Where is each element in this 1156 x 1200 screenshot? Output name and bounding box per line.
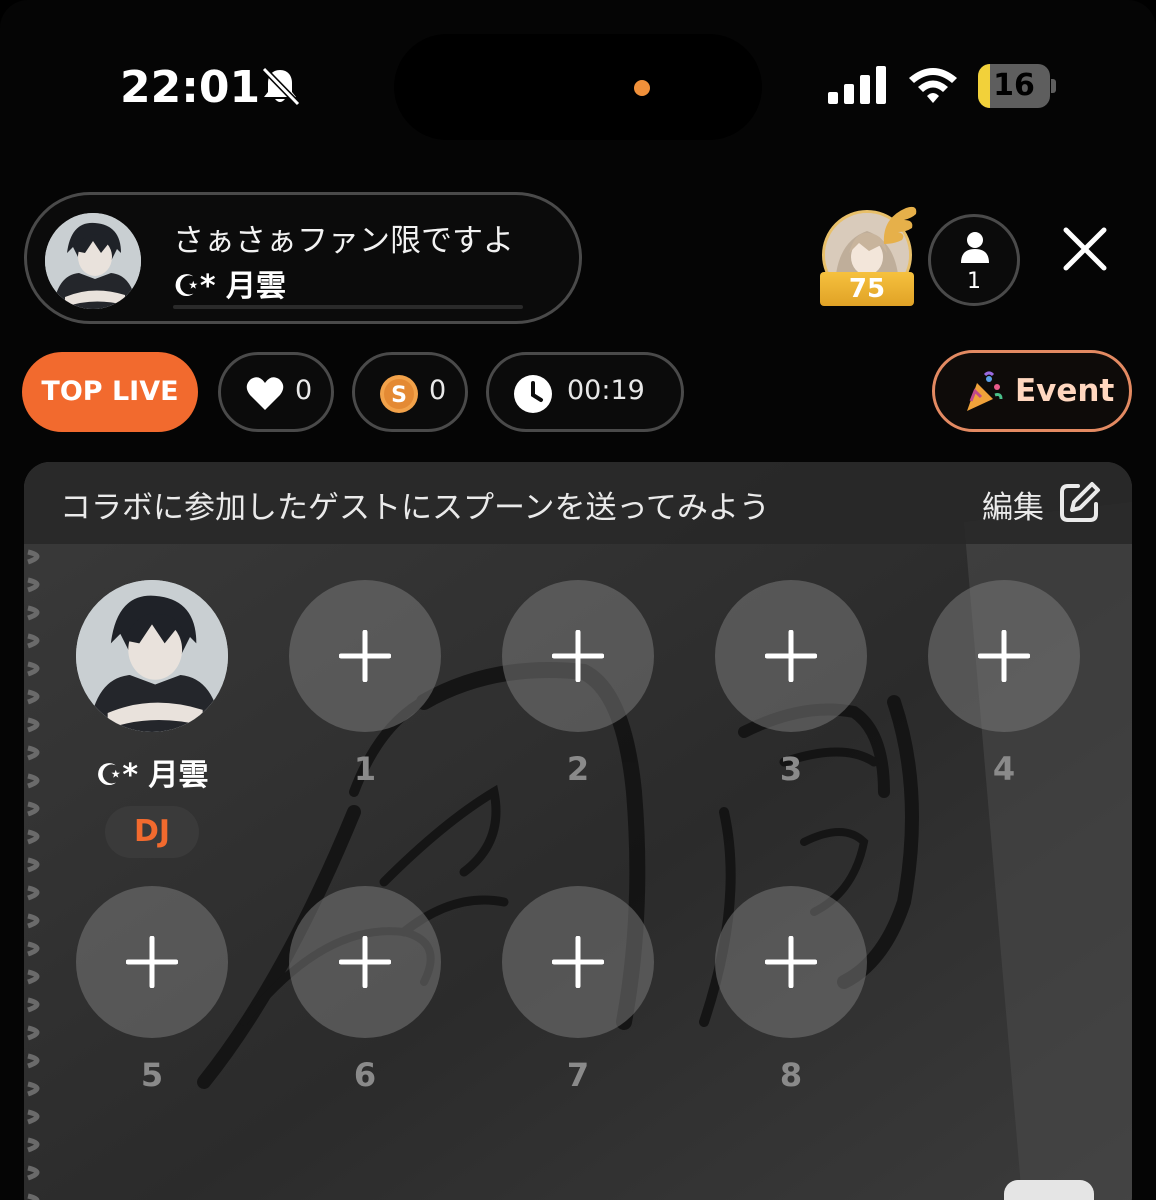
- plus-icon: [552, 630, 604, 682]
- banner-message: コラボに参加したゲストにスプーンを送ってみよう: [60, 490, 770, 526]
- plus-icon: [339, 630, 391, 682]
- guest-slot-add-button[interactable]: [289, 886, 441, 1038]
- dj-name: ☪︎* 月雲: [95, 758, 209, 793]
- guest-slot-add-button[interactable]: [715, 580, 867, 732]
- event-button[interactable]: Event: [932, 350, 1132, 432]
- dynamic-island: [394, 34, 762, 140]
- guest-slot-number: 3: [779, 750, 803, 788]
- plus-icon: [552, 936, 604, 988]
- plus-icon: [126, 936, 178, 988]
- plus-icon: [765, 936, 817, 988]
- cellular-signal-icon: [828, 66, 886, 104]
- plus-icon: [978, 630, 1030, 682]
- heart-icon: [246, 377, 284, 410]
- battery-indicator: 16: [978, 64, 1056, 108]
- dj-avatar[interactable]: [76, 580, 228, 732]
- svg-text:S: S: [391, 383, 407, 408]
- host-progress-track: [173, 305, 523, 309]
- guest-slot-number: 1: [353, 750, 377, 788]
- likes-chip[interactable]: 0: [218, 352, 334, 432]
- guest-slot-add-button[interactable]: [928, 580, 1080, 732]
- guest-slot-number: 5: [140, 1056, 164, 1094]
- guest-slot-number: 6: [353, 1056, 377, 1094]
- wifi-icon: [909, 68, 957, 103]
- listeners-button[interactable]: 1: [928, 214, 1020, 306]
- dj-badge: DJ: [105, 806, 199, 858]
- event-label: Event: [1015, 373, 1115, 409]
- person-icon: [961, 232, 989, 263]
- guest-slot-number: 4: [992, 750, 1016, 788]
- party-popper-icon: [967, 371, 1003, 411]
- guest-slot-number: 2: [566, 750, 590, 788]
- spoons-chip[interactable]: S 0: [352, 352, 468, 432]
- spoon-coin-icon: S: [380, 375, 418, 413]
- host-info-pill[interactable]: さぁさぁファン限ですよ ☪︎* 月雲: [24, 192, 582, 324]
- stage-banner: コラボに参加したゲストにスプーンを送ってみよう 編集: [24, 462, 1132, 544]
- guest-slot-add-button[interactable]: [715, 886, 867, 1038]
- collapse-handle[interactable]: [1004, 1180, 1094, 1200]
- guest-slot-number: 8: [779, 1056, 803, 1094]
- live-duration: 00:19: [567, 375, 645, 406]
- guest-slot-add-button[interactable]: [502, 886, 654, 1038]
- collab-stage: コラボに参加したゲストにスプーンを送ってみよう 編集 ☪︎* 月雲 DJ 1 2…: [24, 462, 1132, 1200]
- plus-icon: [765, 630, 817, 682]
- mic-indicator-dot: [634, 80, 650, 96]
- app-screen: 22:01 16 さぁさぁファン限ですよ ☪︎* 月雲 75 1 TOP LIV…: [0, 0, 1156, 1200]
- status-time: 22:01: [120, 62, 261, 113]
- battery-percent: 16: [993, 68, 1035, 103]
- clock-icon: [514, 375, 552, 413]
- dj-avatar-image: [76, 580, 228, 732]
- top-live-button[interactable]: TOP LIVE: [22, 352, 198, 432]
- duration-chip: 00:19: [486, 352, 684, 432]
- likes-count: 0: [295, 375, 313, 406]
- wing-icon: [883, 206, 917, 244]
- spoons-count: 0: [429, 375, 447, 406]
- guest-slot-add-button[interactable]: [76, 886, 228, 1038]
- fan-level-badge: 75: [820, 272, 914, 306]
- host-avatar-image: [45, 213, 141, 309]
- battery-cap: [1051, 79, 1056, 93]
- guest-slot-add-button[interactable]: [289, 580, 441, 732]
- top-fan-badge[interactable]: 75: [818, 206, 918, 306]
- bell-muted-icon: [261, 66, 301, 106]
- guest-slot-add-button[interactable]: [502, 580, 654, 732]
- live-title: さぁさぁファン限ですよ: [173, 223, 514, 259]
- edit-label[interactable]: 編集: [982, 482, 1044, 527]
- battery-body: 16: [978, 64, 1050, 108]
- plus-icon: [339, 936, 391, 988]
- listener-count: 1: [967, 269, 981, 294]
- host-name: ☪︎* 月雲: [173, 269, 287, 304]
- host-avatar[interactable]: [45, 213, 141, 309]
- edit-icon[interactable]: [1058, 480, 1102, 524]
- guest-slot-number: 7: [566, 1056, 590, 1094]
- close-icon[interactable]: [1058, 222, 1112, 276]
